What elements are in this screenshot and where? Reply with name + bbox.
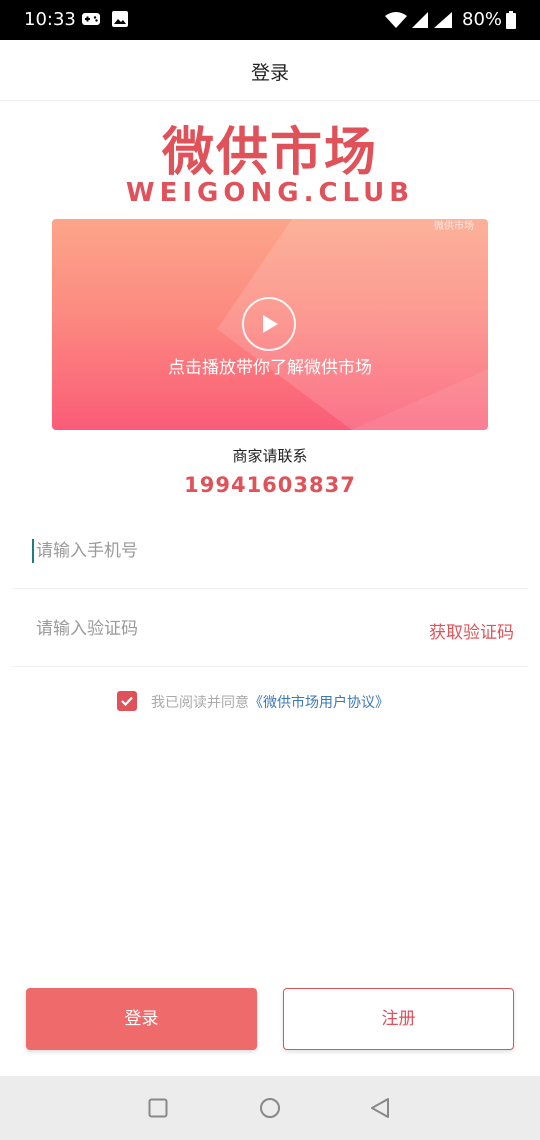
page-title: 登录 [250,62,289,84]
wifi-icon [385,12,407,28]
status-time: 10:33 [24,9,76,30]
signal-icon [434,12,452,28]
banner-watermark: 微供市场 [434,221,474,232]
back-icon[interactable] [370,1097,390,1119]
home-icon[interactable] [259,1097,281,1119]
user-agreement-link[interactable]: 《微供市场用户协议》 [249,695,389,711]
login-button[interactable]: 登录 [26,988,257,1050]
phone-input[interactable] [34,532,398,570]
signal-icon [412,12,428,28]
app-header: 登录 [0,40,540,101]
logo-title: 微供市场 [161,123,378,183]
check-icon [121,696,133,707]
agreement-checkbox[interactable] [117,691,137,711]
agreement-row: 我已阅读并同意《微供市场用户协议》 [0,690,540,714]
get-code-button[interactable]: 获取验证码 [429,618,514,643]
battery-level: 80% [462,9,503,30]
play-icon [263,315,278,333]
code-field: 获取验证码 [12,588,528,667]
phone-field [12,510,528,589]
intro-video-banner[interactable]: 微供市场 点击播放带你了解微供市场 [52,219,488,430]
system-nav-bar [0,1076,540,1140]
logo-subtitle: WEIGONG.CLUB [125,178,415,208]
status-bar: 10:33 80% [0,0,540,40]
agreement-prefix: 我已阅读并同意 [151,695,249,711]
recent-apps-icon[interactable] [148,1098,168,1118]
agreement-text: 我已阅读并同意《微供市场用户协议》 [151,692,389,712]
register-button[interactable]: 注册 [283,988,514,1050]
banner-caption: 点击播放带你了解微供市场 [168,358,372,378]
image-icon [112,11,128,27]
gamepad-icon [82,13,100,25]
contact-phone[interactable]: 19941603837 [0,473,540,497]
contact-label: 商家请联系 [232,447,308,465]
battery-icon [506,11,516,29]
play-button[interactable] [242,297,296,351]
verification-code-input[interactable] [34,610,398,648]
